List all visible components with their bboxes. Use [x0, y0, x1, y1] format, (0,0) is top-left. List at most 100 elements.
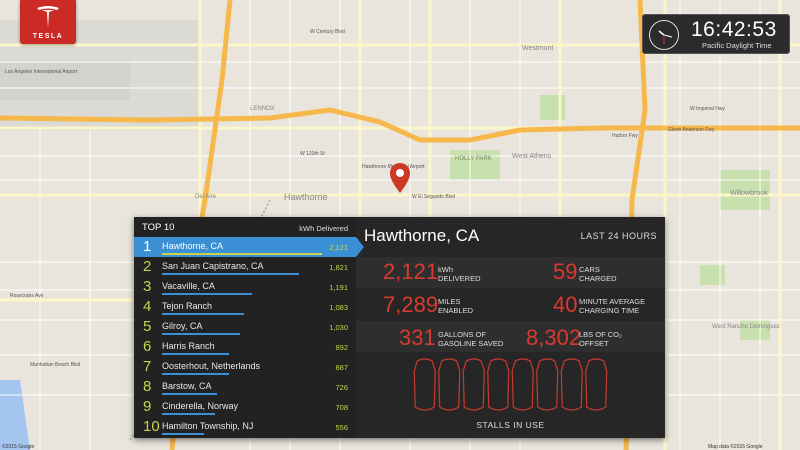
- map-label: West Athens: [512, 153, 552, 160]
- row-rank: 2: [143, 258, 152, 275]
- leaderboard-row[interactable]: 10 Hamilton Township, NJ 556: [134, 417, 356, 437]
- row-kwh-value: 1,030: [329, 323, 348, 332]
- cars-charged-value: 59: [553, 259, 578, 284]
- row-kwh-value: 556: [335, 423, 348, 432]
- row-rank: 10: [143, 418, 160, 435]
- tesla-t-icon: [37, 6, 59, 28]
- map-label: Willowbrook: [730, 190, 768, 197]
- row-rank: 5: [143, 318, 152, 335]
- row-kwh-value: 892: [335, 343, 348, 352]
- leaderboard-units: kWh Delivered: [299, 224, 348, 233]
- row-kwh-bar: [162, 333, 240, 335]
- tesla-logo: TESLA: [20, 0, 76, 44]
- row-kwh-value: 2,121: [329, 243, 348, 252]
- map-label: Harbor Fwy: [612, 133, 638, 139]
- row-kwh-bar: [162, 273, 299, 275]
- leaderboard-row[interactable]: 5 Gilroy, CA 1,030: [134, 317, 356, 337]
- map-label: W El Segundo Blvd: [412, 194, 455, 200]
- avg-charging-time-value: 40: [553, 292, 578, 317]
- row-station-name: Hawthorne, CA: [162, 241, 224, 251]
- miles-enabled-label: MILES ENABLED: [438, 297, 474, 315]
- row-station-name: Harris Ranch: [162, 341, 215, 351]
- map-label: LENNOX: [250, 106, 275, 112]
- row-kwh-value: 726: [335, 383, 348, 392]
- brand-name: TESLA: [32, 33, 64, 40]
- row-station-name: Tejon Ranch: [162, 301, 213, 311]
- stall-car-icon: [560, 358, 583, 411]
- co2-offset-label: LBS OF CO₂ OFFSET: [579, 330, 622, 348]
- map-label: Manhattan Beach Blvd: [30, 362, 81, 368]
- stall-car-icon: [462, 358, 485, 411]
- row-station-name: San Juan Capistrano, CA: [162, 261, 264, 271]
- stalls-diagram: [413, 358, 608, 411]
- clock-icon: [649, 20, 679, 50]
- row-station-name: Vacaville, CA: [162, 281, 215, 291]
- map-label: W Imperial Hwy: [690, 106, 726, 112]
- row-rank: 4: [143, 298, 152, 315]
- stall-car-icon: [438, 358, 461, 411]
- gasoline-saved-label: GALLONS OF GASOLINE SAVED: [438, 330, 504, 348]
- avg-charging-time-label: MINUTE AVERAGE CHARGING TIME: [579, 297, 646, 315]
- map-label: Del Aire: [195, 194, 217, 200]
- leaderboard: TOP 10 kWh Delivered 1 Hawthorne, CA 2,121…: [134, 217, 364, 438]
- map-credit-left: ©2015 Google: [2, 443, 35, 450]
- station-title: Hawthorne, CA: [364, 226, 480, 245]
- park-holly-park: [450, 150, 500, 180]
- leaderboard-row[interactable]: 7 Oosterhout, Netherlands 887: [134, 357, 356, 377]
- leaderboard-header: TOP 10 kWh Delivered: [134, 217, 356, 237]
- row-rank: 7: [143, 358, 152, 375]
- row-rank: 3: [143, 278, 152, 295]
- leaderboard-row[interactable]: 3 Vacaville, CA 1,191: [134, 277, 356, 297]
- stall-car-icon: [487, 358, 510, 411]
- stat-row-3: 331 GALLONS OF GASOLINE SAVED 8,302 LBS O…: [356, 321, 665, 352]
- map-label: Glenn Anderson Fwy: [668, 127, 715, 133]
- row-kwh-bar: [162, 413, 215, 415]
- row-kwh-value: 1,191: [329, 283, 348, 292]
- clock-widget: 16:42:53 Pacific Daylight Time: [642, 14, 790, 54]
- row-kwh-value: 708: [335, 403, 348, 412]
- time-period: LAST 24 HOURS: [580, 231, 657, 241]
- stall-car-icon: [511, 358, 534, 411]
- kwh-delivered-label: kWh DELIVERED: [438, 265, 481, 283]
- map-label: Westmont: [522, 45, 553, 52]
- clock-timezone: Pacific Daylight Time: [702, 41, 772, 50]
- leaderboard-row[interactable]: 4 Tejon Ranch 1,083: [134, 297, 356, 317]
- gasoline-saved-value: 331: [399, 325, 436, 350]
- leaderboard-row[interactable]: 2 San Juan Capistrano, CA 1,821: [134, 257, 356, 277]
- supercharger-panel: TOP 10 kWh Delivered 1 Hawthorne, CA 2,121…: [134, 217, 665, 438]
- stalls-in-use-label: STALLS IN USE: [476, 420, 545, 430]
- map-label: HOLLY PARK: [455, 156, 492, 162]
- leaderboard-title: TOP 10: [142, 222, 175, 233]
- row-kwh-bar: [162, 433, 204, 435]
- map-label: W Century Blvd: [310, 29, 345, 35]
- map-label: Hawthorne: [284, 192, 328, 202]
- stat-row-2: 7,289 MILES ENABLED 40 MINUTE AVERAGE CHAR…: [356, 289, 665, 320]
- stall-car-icon: [585, 358, 608, 411]
- row-station-name: Cinderella, Norway: [162, 401, 239, 411]
- row-rank: 8: [143, 378, 152, 395]
- map-credit-right: Map data ©2015 Google: [708, 443, 763, 450]
- row-kwh-value: 1,083: [329, 303, 348, 312]
- leaderboard-row[interactable]: 6 Harris Ranch 892: [134, 337, 356, 357]
- leaderboard-row[interactable]: 9 Cinderella, Norway 708: [134, 397, 356, 417]
- row-kwh-value: 1,821: [329, 263, 348, 272]
- stall-car-icon: [413, 358, 436, 411]
- row-kwh-bar: [162, 293, 252, 295]
- kwh-delivered-value: 2,121: [383, 259, 439, 284]
- row-station-name: Oosterhout, Netherlands: [162, 361, 261, 371]
- row-rank: 9: [143, 398, 152, 415]
- stall-car-icon: [536, 358, 559, 411]
- row-rank: 1: [143, 238, 152, 255]
- row-kwh-bar: [162, 313, 244, 315]
- co2-offset-value: 8,302: [526, 325, 582, 350]
- miles-enabled-value: 7,289: [383, 292, 439, 317]
- map-label: Los Angeles International Airport: [5, 69, 78, 75]
- row-station-name: Barstow, CA: [162, 381, 212, 391]
- row-station-name: Hamilton Township, NJ: [162, 421, 254, 431]
- leaderboard-row[interactable]: 1 Hawthorne, CA 2,121: [134, 237, 364, 257]
- map-label: West Rancho Dominguez: [712, 324, 780, 330]
- stat-row-1: 2,121 kWh DELIVERED 59 CARS CHARGED: [356, 257, 665, 288]
- leaderboard-row[interactable]: 8 Barstow, CA 726: [134, 377, 356, 397]
- row-kwh-bar: [162, 253, 322, 255]
- clock-time: 16:42:53: [691, 18, 777, 41]
